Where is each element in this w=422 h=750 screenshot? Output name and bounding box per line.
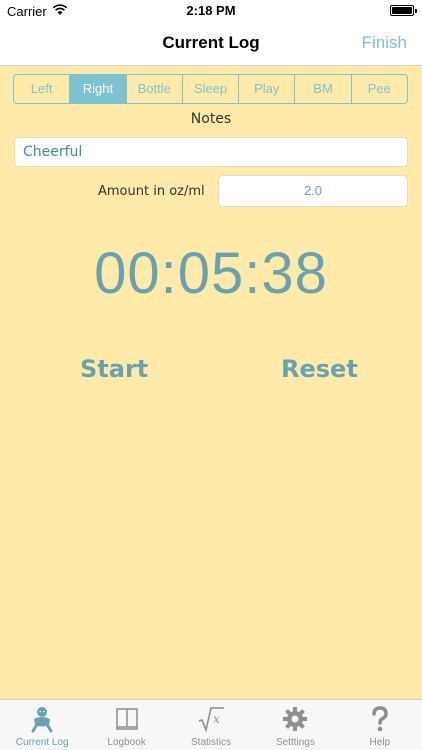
page-title: Current Log bbox=[162, 33, 260, 52]
amount-input[interactable]: 2.0 bbox=[218, 175, 408, 207]
tab-label: Setttings bbox=[275, 737, 315, 748]
tab-bar: Current Log Logbook x Statistics Setttin… bbox=[0, 699, 422, 750]
tab-label: Help bbox=[369, 737, 391, 748]
segment-pee[interactable]: Pee bbox=[352, 75, 407, 103]
segment-play[interactable]: Play bbox=[239, 75, 296, 103]
status-bar: Carrier 2:18 PM bbox=[0, 0, 422, 22]
tab-logbook[interactable]: Logbook bbox=[84, 700, 168, 750]
tab-statistics[interactable]: x Statistics bbox=[169, 700, 253, 750]
segment-sleep[interactable]: Sleep bbox=[183, 75, 240, 103]
notes-input[interactable]: Cheerful bbox=[14, 137, 408, 167]
svg-text:x: x bbox=[213, 712, 220, 726]
tab-current-log[interactable]: Current Log bbox=[0, 700, 84, 750]
navigation-bar: Current Log Finish bbox=[0, 22, 422, 66]
status-time: 2:18 PM bbox=[186, 3, 236, 18]
tab-label: Current Log bbox=[15, 737, 69, 748]
tab-help[interactable]: Help bbox=[338, 700, 422, 750]
activity-type-segmented-control: Left Right Bottle Sleep Play BM Pee bbox=[13, 74, 408, 104]
segment-right[interactable]: Right bbox=[70, 75, 127, 103]
start-button[interactable]: Start bbox=[80, 355, 148, 383]
amount-label: Amount in oz/ml bbox=[98, 184, 205, 199]
reset-button[interactable]: Reset bbox=[281, 355, 358, 383]
book-icon bbox=[113, 705, 141, 733]
battery-icon bbox=[390, 5, 417, 16]
baby-icon bbox=[28, 705, 56, 733]
tab-label: Statistics bbox=[191, 737, 232, 748]
sqrt-x-icon: x bbox=[197, 705, 225, 733]
finish-button[interactable]: Finish bbox=[362, 33, 407, 53]
tab-settings[interactable]: Setttings bbox=[253, 700, 337, 750]
question-mark-icon bbox=[366, 705, 394, 733]
gear-icon bbox=[281, 705, 309, 733]
segment-left[interactable]: Left bbox=[14, 75, 71, 103]
segment-bottle[interactable]: Bottle bbox=[127, 75, 183, 103]
notes-label: Notes bbox=[190, 111, 232, 127]
timer-display: 00:05:38 bbox=[94, 241, 328, 306]
tab-label: Logbook bbox=[107, 737, 146, 748]
segment-bm[interactable]: BM bbox=[295, 75, 352, 103]
